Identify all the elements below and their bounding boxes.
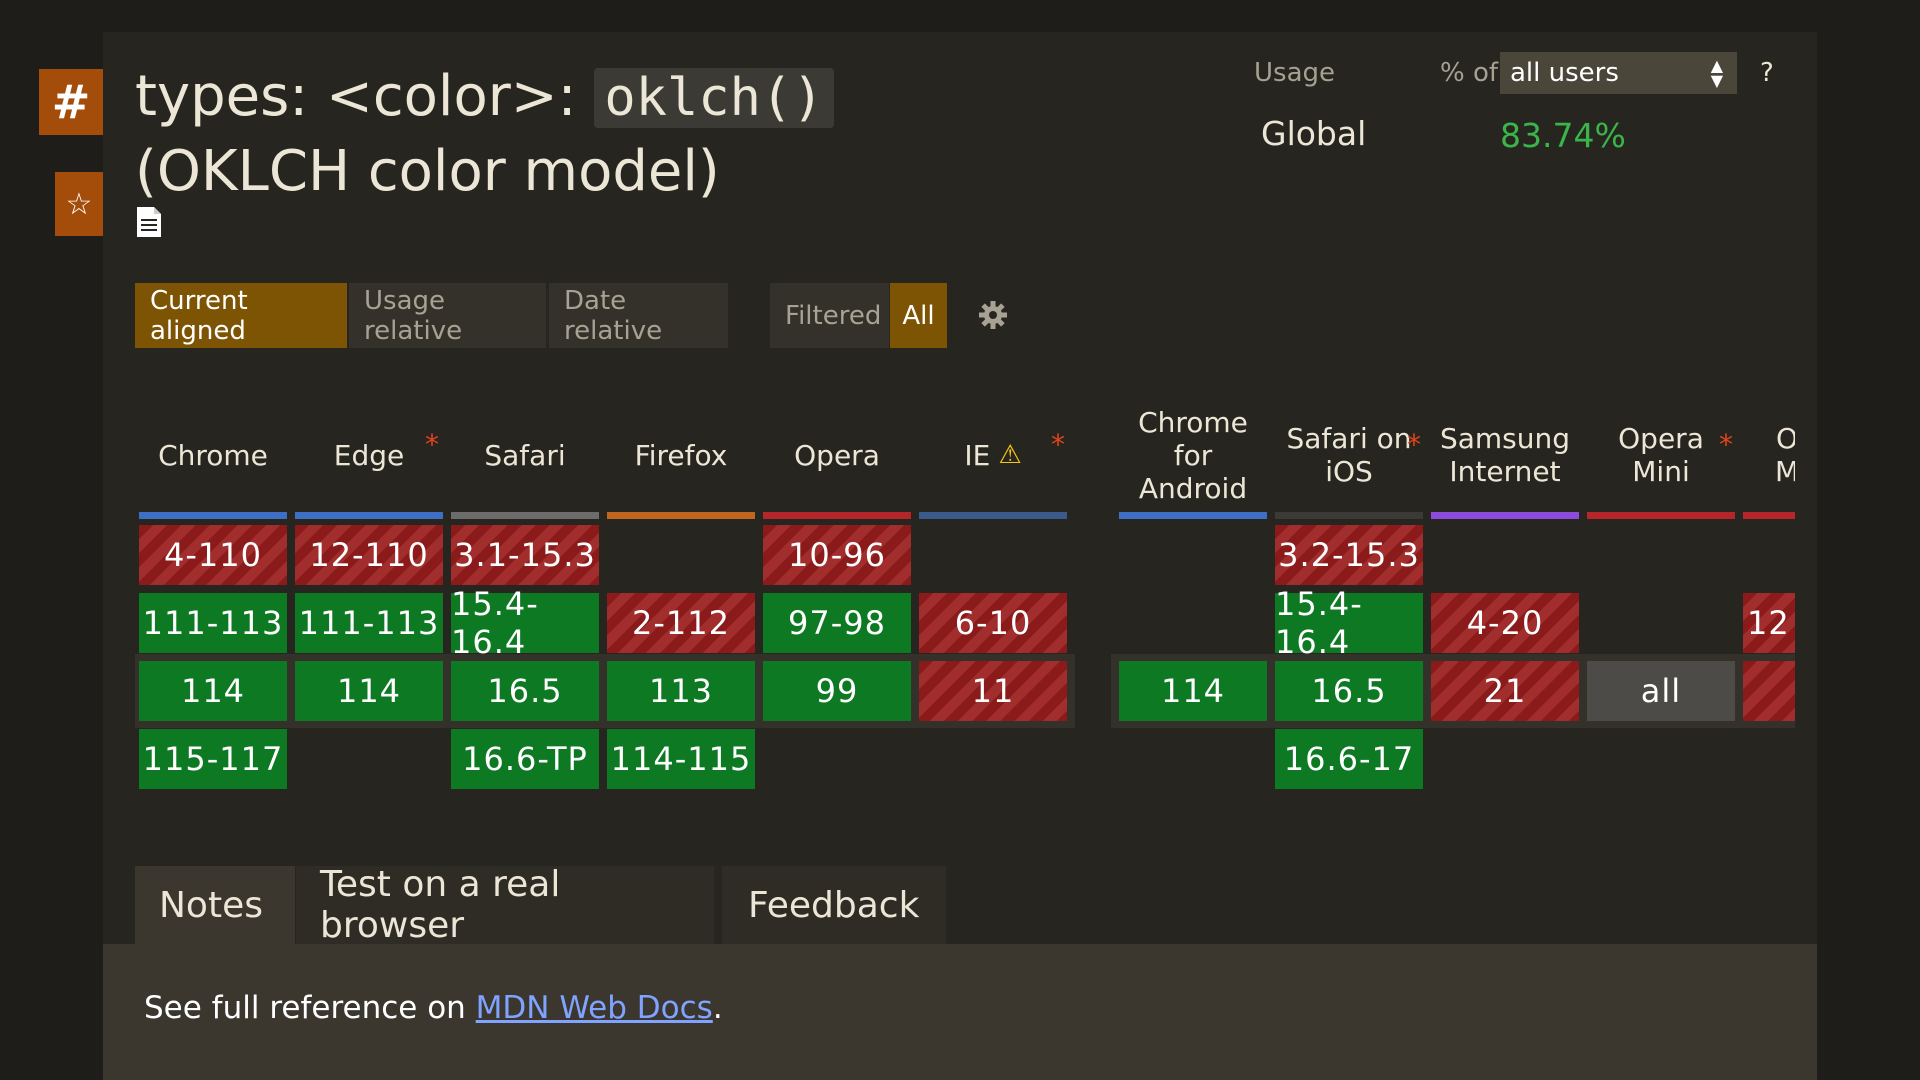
browser-header-safari-ios: Safari on iOS [1286, 422, 1412, 488]
browser-header-safari: Safari [484, 438, 566, 472]
opera-mini-accent-bar [1587, 512, 1735, 519]
usage-label: Usage [1254, 58, 1336, 88]
chrome-accent-bar [139, 512, 287, 519]
usage-relative-toggle[interactable]: Usage relative [349, 283, 546, 348]
support-cell[interactable]: 12 [1743, 593, 1795, 653]
ie-label: IE [964, 438, 991, 472]
document-icon[interactable] [136, 206, 162, 238]
mdn-web-docs-link[interactable]: MDN Web Docs [476, 990, 713, 1026]
hash-anchor-button[interactable]: # [39, 69, 103, 135]
support-cell[interactable]: 16.6-17 [1275, 729, 1423, 789]
star-button[interactable]: ☆ [55, 172, 103, 236]
percent-of-label: % of [1440, 58, 1499, 88]
support-cell[interactable]: 21 [1431, 661, 1579, 721]
hash-label: # [51, 75, 91, 129]
title-code: oklch() [594, 68, 834, 128]
support-cell[interactable] [1743, 661, 1795, 721]
title-suffix: (OKLCH color model) [135, 139, 720, 204]
current-aligned-toggle[interactable]: Current aligned [135, 283, 347, 348]
support-cell[interactable]: 15.4-16.4 [1275, 585, 1423, 661]
global-usage-value: 83.74% [1500, 116, 1626, 155]
select-arrows-icon: ▲ ▼ [1710, 56, 1723, 90]
support-cell[interactable]: 16.5 [451, 661, 599, 721]
support-cell[interactable]: 114 [295, 661, 443, 721]
support-cell[interactable]: 114-115 [607, 729, 755, 789]
notes-label: See full reference on [144, 990, 476, 1026]
browser-header-ie: IE ⚠ [919, 400, 1067, 510]
safari-ios-accent-bar [1275, 512, 1423, 519]
browser-header-samsung: Samsung Internet [1439, 422, 1571, 488]
edge-asterisk: * [425, 428, 439, 461]
support-cell[interactable]: 111-113 [139, 593, 287, 653]
support-cell[interactable]: 3.1-15.3 [451, 525, 599, 585]
support-cell[interactable]: 2-112 [607, 593, 755, 653]
support-cell[interactable]: 11 [919, 661, 1067, 721]
all-toggle[interactable]: All [890, 283, 947, 348]
users-select[interactable]: all users ▲ ▼ [1500, 52, 1737, 94]
ie-asterisk: * [1051, 428, 1065, 461]
browser-header-opera-mobile: O M [1775, 422, 1795, 488]
date-relative-toggle[interactable]: Date relative [549, 283, 728, 348]
tab-test-on-real-browser[interactable]: Test on a real browser [296, 864, 714, 946]
support-cell[interactable]: 114 [139, 661, 287, 721]
edge-accent-bar [295, 512, 443, 519]
support-cell[interactable]: 4-20 [1431, 593, 1579, 653]
chrome-android-accent-bar [1119, 512, 1267, 519]
browser-header-opera-mini: Opera Mini [1618, 422, 1704, 488]
gear-icon[interactable] [978, 300, 1008, 330]
support-cell[interactable]: 97-98 [763, 593, 911, 653]
support-cell[interactable]: 10-96 [763, 525, 911, 585]
users-select-value: all users [1510, 58, 1619, 88]
tab-notes[interactable]: Notes [135, 866, 295, 944]
title-prefix: types: <color>: [135, 64, 595, 129]
support-cell[interactable]: 15.4-16.4 [451, 585, 599, 661]
opera-mobile-accent-bar [1743, 512, 1795, 519]
global-label: Global [1261, 114, 1367, 153]
support-cell[interactable]: 3.2-15.3 [1275, 525, 1423, 585]
support-cell[interactable]: 111-113 [295, 593, 443, 653]
browser-header-opera: Opera [794, 438, 880, 472]
browser-header-firefox: Firefox [634, 438, 728, 472]
warning-icon: ⚠ [998, 439, 1022, 470]
samsung-accent-bar [1431, 512, 1579, 519]
safari-ios-asterisk: * [1407, 428, 1421, 461]
support-cell[interactable]: 114 [1119, 661, 1267, 721]
support-cell[interactable]: all [1587, 661, 1735, 721]
firefox-accent-bar [607, 512, 755, 519]
browser-header-edge: Edge [333, 438, 405, 472]
star-icon: ☆ [65, 186, 93, 222]
ie-accent-bar [919, 512, 1067, 519]
opera-mini-asterisk: * [1719, 428, 1733, 461]
notes-text: See full reference on MDN Web Docs. [144, 990, 723, 1026]
support-cell[interactable]: 4-110 [139, 525, 287, 585]
tab-feedback[interactable]: Feedback [722, 866, 946, 944]
notes-period: . [712, 990, 723, 1026]
help-link[interactable]: ? [1760, 58, 1774, 88]
browser-header-chrome-android: Chrome for Android [1138, 405, 1248, 505]
browser-header-chrome: Chrome [158, 438, 268, 472]
support-cell[interactable]: 99 [763, 661, 911, 721]
opera-accent-bar [763, 512, 911, 519]
filtered-toggle[interactable]: Filtered [770, 283, 889, 348]
support-cell[interactable]: 16.6-TP [451, 729, 599, 789]
support-cell[interactable]: 113 [607, 661, 755, 721]
support-cell[interactable]: 16.5 [1275, 661, 1423, 721]
support-cell[interactable]: 12-110 [295, 525, 443, 585]
support-cell[interactable]: 6-10 [919, 593, 1067, 653]
page-title: types: <color>: oklch() (OKLCH color mod… [135, 60, 995, 209]
safari-accent-bar [451, 512, 599, 519]
support-cell[interactable]: 115-117 [139, 729, 287, 789]
